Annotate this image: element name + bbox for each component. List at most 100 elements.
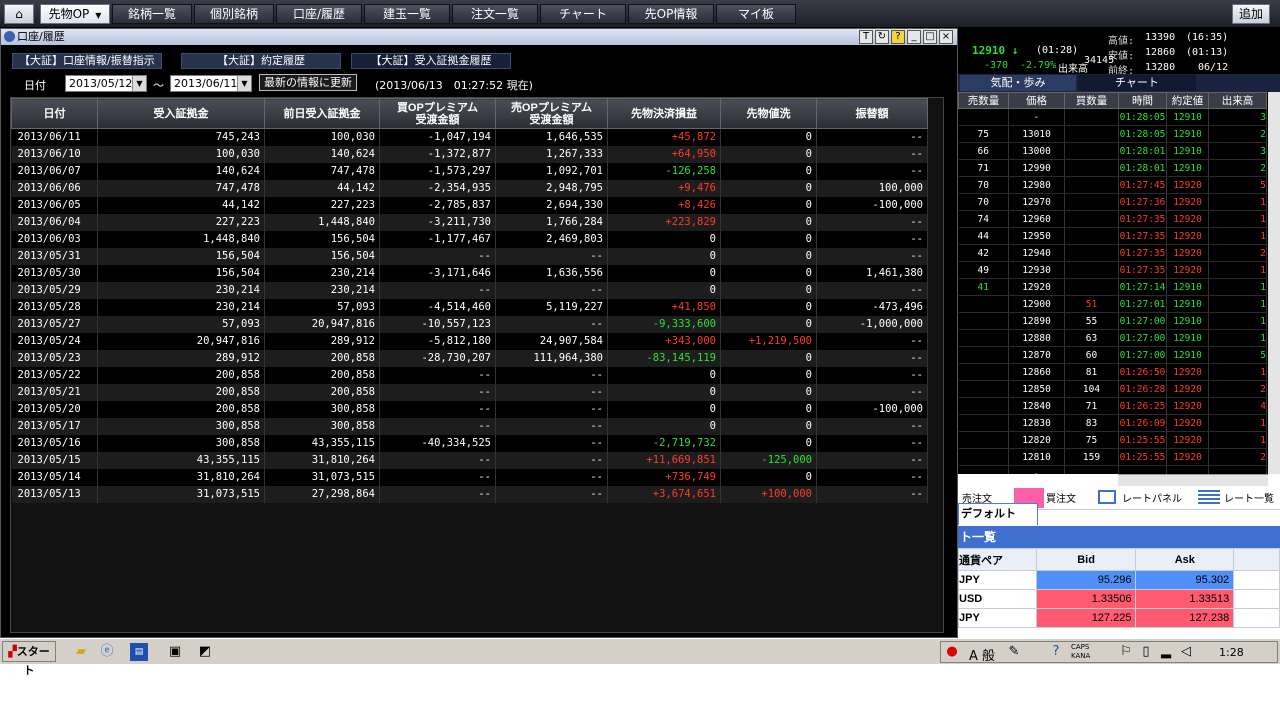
list-item[interactable]: - 01:28:05 12910 3 [958,108,1267,126]
help-button[interactable]: ? [891,30,905,44]
list-item[interactable]: 70 12970 01:27:36 12920 1 [958,193,1267,211]
cell-ask[interactable]: 95.302 [1135,570,1235,590]
maximize-button[interactable]: □ [923,30,937,44]
refresh-icon[interactable]: ↻ [875,30,889,44]
rate-panel-icon[interactable] [1098,490,1116,504]
refresh-latest-button[interactable]: 最新の情報に更新 [259,74,357,91]
network-icon[interactable]: ▂ [1157,643,1175,661]
col-header-sell-op-premium[interactable]: 売OPプレミアム 受渡金額 [495,98,608,129]
table-row[interactable]: 2013/06/11 745,243 100,030 -1,047,194 1,646,… [11,128,928,146]
table-row[interactable]: 2013/05/28 230,214 57,093 -4,514,460 5,119,2… [11,298,928,316]
tab-margin-history[interactable]: 【大証】受入証拠金履歴 [351,53,511,69]
alert-icon[interactable]: ● [943,643,961,661]
device-icon[interactable]: ▯ [1137,643,1155,661]
clock[interactable]: 1:28 [1219,646,1244,659]
cell-bid[interactable]: 95.296 [1035,570,1137,590]
list-item[interactable]: 12880 63 01:27:00 12910 1 [958,329,1267,347]
list-item[interactable]: 12860 81 01:26:50 12920 1 [958,363,1267,381]
col-header-buy-op-premium[interactable]: 買OPプレミアム 受渡金額 [379,98,496,129]
table-row[interactable]: 2013/06/05 44,142 227,223 -2,785,837 2,694,3… [11,196,928,214]
menu-item-individual-symbol[interactable]: 個別銘柄 [194,4,274,24]
menu-item-my-board[interactable]: マイ板 [716,4,796,24]
add-button[interactable]: 追加 [1232,4,1270,24]
cell-ask[interactable]: 1.33513 [1135,589,1235,609]
table-row[interactable]: 2013/05/24 20,947,816 289,912 -5,812,180 24,… [11,332,928,350]
chevron-down-icon[interactable]: ▼ [132,76,146,91]
table-row[interactable]: 2013/05/20 200,858 300,858 -- -- 0 0 -100,000 [11,400,928,418]
menu-item-symbol-list[interactable]: 銘柄一覧 [112,4,192,24]
list-item[interactable]: 74 12960 01:27:35 12920 1 [958,210,1267,228]
menu-item-orders[interactable]: 注文一覧 [452,4,538,24]
table-row[interactable]: 2013/06/06 747,478 44,142 -2,354,935 2,948,7… [11,179,928,197]
list-item[interactable]: 12850 104 01:26:28 12920 2 [958,380,1267,398]
date-to-select[interactable]: 2013/06/11 ▼ [170,75,252,92]
tab-board-ticks[interactable]: 気配・歩み [960,75,1076,91]
table-row[interactable]: 2013/05/21 200,858 200,858 -- -- 0 0 -- [11,383,928,401]
list-item[interactable]: 44 12950 01:27:35 12920 1 [958,227,1267,245]
list-item[interactable]: 70 12980 01:27:45 12920 5 [958,176,1267,194]
menu-item-futures-op[interactable]: 先物OP ▼ [40,4,110,24]
cell-ask[interactable]: 127.238 [1135,608,1235,628]
tab-account-info[interactable]: 【大証】口座情報/振替指示 [12,53,162,69]
table-row[interactable]: 2013/06/04 227,223 1,448,840 -3,211,730 1,76… [11,213,928,231]
menu-item-chart[interactable]: チャート [540,4,626,24]
table-row[interactable]: JPY 95.296 95.302 [958,570,1280,590]
table-row[interactable]: 2013/05/17 300,858 300,858 -- -- 0 0 -- [11,417,928,435]
table-row[interactable]: 2013/05/29 230,214 230,214 -- -- 0 0 -- [11,281,928,299]
list-item[interactable]: 42 12940 01:27:35 12920 2 [958,244,1267,262]
col-header-prev-margin[interactable]: 前日受入証拠金 [264,98,380,129]
list-item[interactable]: 75 13010 01:28:05 12910 2 [958,125,1267,143]
list-item[interactable]: 41 12920 01:27:14 12910 1 [958,278,1267,296]
rate-list-icon[interactable] [1198,490,1220,504]
table-row[interactable]: 2013/06/10 100,030 140,624 -1,372,877 1,267,… [11,145,928,163]
board-vertical-scrollbar[interactable] [1268,92,1280,474]
table-row[interactable]: 2013/05/16 300,858 43,355,115 -40,334,525 --… [11,434,928,452]
flag-icon[interactable]: ⚐ [1117,643,1135,661]
col-header-date[interactable]: 日付 [11,98,98,129]
table-row[interactable]: 2013/06/03 1,448,840 156,504 -1,177,467 2,46… [11,230,928,248]
cell-bid[interactable]: 127.225 [1035,608,1137,628]
start-button[interactable]: ▞スタート [2,641,56,677]
table-row[interactable]: USD 1.33506 1.33513 [958,589,1280,609]
close-button[interactable]: × [939,30,953,44]
volume-icon[interactable]: ◁ [1177,643,1195,661]
tab-board-chart[interactable]: チャート [1078,75,1196,91]
table-row[interactable]: 2013/06/07 140,624 747,478 -1,573,297 1,092,… [11,162,928,180]
ime-tool-icon[interactable]: ✎ [1005,643,1023,661]
screenshot-app-icon[interactable]: ▣ [166,643,184,661]
date-from-select[interactable]: 2013/05/12 ▼ [65,75,147,92]
menu-item-fop-info[interactable]: 先OP情報 [628,4,714,24]
ime-indicator[interactable]: A 般 [969,645,995,664]
list-item[interactable]: - [958,465,1267,474]
folder-icon[interactable]: ▰ [72,643,90,661]
cell-bid[interactable]: 1.33506 [1035,589,1137,609]
col-header-futures-mtm[interactable]: 先物値洗 [720,98,817,129]
trading-app-icon[interactable]: ▤ [130,643,148,661]
table-row[interactable]: 2013/05/22 200,858 200,858 -- -- 0 0 -- [11,366,928,384]
list-item[interactable]: 12870 60 01:27:00 12910 5 [958,346,1267,364]
list-item[interactable]: 49 12930 01:27:35 12920 1 [958,261,1267,279]
board-horizontal-scrollbar[interactable] [1118,474,1268,486]
help-icon[interactable]: ? [1047,643,1065,661]
col-header-futures-pnl[interactable]: 先物決済損益 [607,98,721,129]
col-header-transfer[interactable]: 振替額 [816,98,928,129]
tab-default[interactable]: デフォルト [958,503,1038,525]
table-row[interactable]: 2013/05/23 289,912 200,858 -28,730,207 111,9… [11,349,928,367]
buy-order-button[interactable]: 買注文 [1046,490,1076,505]
tab-execution-history[interactable]: 【大証】約定履歴 [181,53,341,69]
table-row[interactable]: 2013/05/30 156,504 230,214 -3,171,646 1,636,… [11,264,928,282]
table-row[interactable]: 2013/05/13 31,073,515 27,298,864 -- -- +3,674… [11,485,928,503]
list-item[interactable]: 12900 51 01:27:01 12910 1 [958,295,1267,313]
list-item[interactable]: 12830 83 01:26:09 12920 1 [958,414,1267,432]
list-item[interactable]: 12810 159 01:25:55 12920 2 [958,448,1267,466]
list-item[interactable]: 12840 71 01:26:25 12920 4 [958,397,1267,415]
table-row[interactable]: 2013/05/27 57,093 20,947,816 -10,557,123 -- -… [11,315,928,333]
table-row[interactable]: 2013/05/15 43,355,115 31,810,264 -- -- +11,66… [11,451,928,469]
chevron-down-icon[interactable]: ▼ [237,76,251,91]
table-row[interactable]: JPY 127.225 127.238 [958,608,1280,628]
rate-panel-button[interactable]: レートパネル [1122,490,1182,505]
text-size-button[interactable]: T [859,30,873,44]
list-item[interactable]: 12890 55 01:27:00 12910 1 [958,312,1267,330]
col-header-margin[interactable]: 受入証拠金 [97,98,265,129]
table-row[interactable]: 2013/05/31 156,504 156,504 -- -- 0 0 -- [11,247,928,265]
